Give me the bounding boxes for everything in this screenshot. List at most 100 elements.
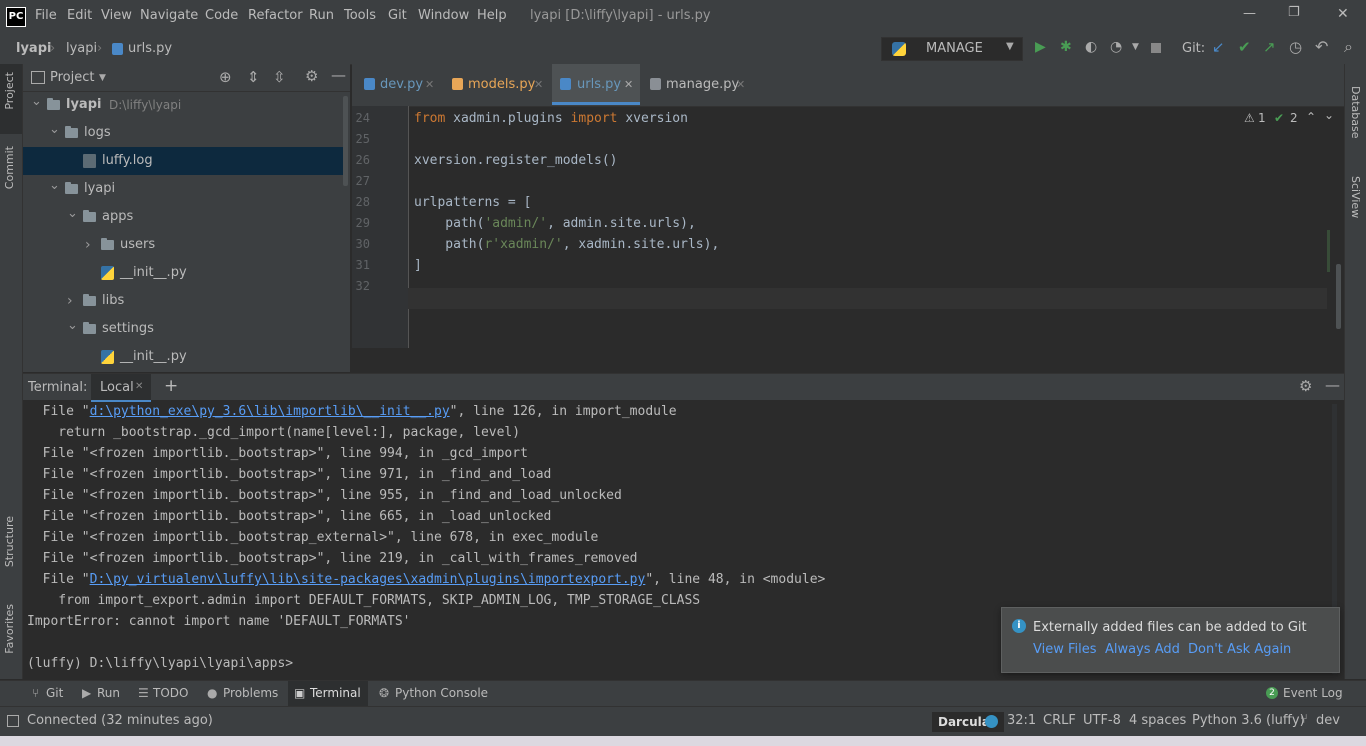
inspection-widget[interactable]: ⚠ 1 ✔ 2 ⌃ ⌄	[1244, 108, 1338, 128]
terminal-file-link[interactable]: D:\py_virtualenv\luffy\lib\site-packages…	[90, 572, 646, 587]
tree-item[interactable]: ⌄ apps	[23, 203, 343, 231]
chevron-down-icon[interactable]: ⌄	[49, 116, 60, 144]
database-tool-tab[interactable]: Database	[1349, 86, 1362, 139]
problems-tool-button[interactable]: Problems	[223, 686, 278, 700]
terminal-tool-button[interactable]: Terminal	[310, 686, 361, 700]
dont-ask-again-link[interactable]: Don't Ask Again	[1188, 642, 1291, 657]
menu-file[interactable]: File	[35, 8, 57, 23]
hide-panel-icon[interactable]: —	[1325, 376, 1340, 394]
tab-models-py[interactable]: models.py ✕	[448, 64, 550, 105]
sciview-tool-tab[interactable]: SciView	[1349, 176, 1362, 218]
favorites-tool-tab[interactable]: Favorites	[3, 604, 16, 654]
chevron-down-icon[interactable]: ⌄	[1324, 108, 1334, 122]
close-icon[interactable]: ✕	[425, 64, 434, 105]
python-interpreter[interactable]: Python 3.6 (luffy)	[1192, 713, 1305, 728]
chevron-down-icon[interactable]: ▼	[99, 73, 106, 83]
rollback-icon[interactable]: ↶	[1315, 37, 1328, 56]
tree-item[interactable]: ⌄ lyapi D:\liffy\lyapi	[23, 91, 343, 119]
run-icon[interactable]: ▶	[1035, 39, 1046, 55]
gear-icon[interactable]: ⚙	[1299, 377, 1312, 395]
commit-tool-tab[interactable]: Commit	[3, 146, 16, 189]
project-tool-tab[interactable]: Project	[3, 72, 16, 110]
close-icon[interactable]: ✕	[534, 64, 543, 105]
tree-item[interactable]: ⌄ logs	[23, 119, 343, 147]
tree-scrollbar[interactable]	[343, 96, 348, 186]
todo-tool-button[interactable]: TODO	[153, 686, 188, 700]
menu-navigate[interactable]: Navigate	[140, 8, 198, 23]
tab-dev-py[interactable]: dev.py ✕	[360, 64, 440, 105]
structure-tool-tab[interactable]: Structure	[3, 516, 16, 567]
indent-setting[interactable]: 4 spaces	[1129, 713, 1186, 728]
chevron-up-icon[interactable]: ⌃	[1306, 110, 1316, 124]
close-icon[interactable]: ✕	[736, 64, 745, 105]
tree-item[interactable]: luffy.log	[23, 147, 343, 175]
close-button[interactable]: ✕	[1337, 6, 1349, 22]
git-commit-icon[interactable]: ✔	[1238, 38, 1251, 56]
theme-widget[interactable]: Darcula	[932, 712, 1004, 732]
git-tool-button[interactable]: Git	[46, 686, 63, 700]
run-config-select[interactable]: MANAGE ▼	[881, 37, 1023, 61]
chevron-down-icon[interactable]: ⌄	[31, 88, 42, 116]
tab-manage-py[interactable]: manage.py ✕	[646, 64, 750, 105]
event-log-button[interactable]: Event Log	[1283, 686, 1343, 700]
tree-item[interactable]: ⌄ settings	[23, 315, 343, 343]
tab-urls-py[interactable]: urls.py ✕	[552, 64, 640, 105]
collapse-all-icon[interactable]: ⇳	[273, 68, 286, 86]
history-icon[interactable]: ◷	[1289, 38, 1302, 56]
coverage-icon[interactable]: ◐	[1085, 39, 1097, 55]
menu-refactor[interactable]: Refactor	[248, 8, 303, 23]
menu-tools[interactable]: Tools	[344, 8, 376, 23]
line-separator[interactable]: CRLF	[1043, 713, 1076, 728]
breadcrumb-file[interactable]: urls.py	[128, 41, 172, 56]
menu-code[interactable]: Code	[205, 8, 238, 23]
new-terminal-button[interactable]: +	[164, 376, 178, 396]
chevron-down-icon[interactable]: ⌄	[49, 172, 60, 200]
connection-status[interactable]: Connected (32 minutes ago)	[27, 713, 213, 728]
minimize-button[interactable]: —	[1243, 6, 1256, 21]
expand-all-icon[interactable]: ⇕	[247, 68, 260, 86]
tree-item[interactable]: __init__.py	[23, 343, 343, 371]
gear-icon[interactable]: ⚙	[305, 67, 318, 85]
status-icon[interactable]	[7, 715, 19, 727]
menu-window[interactable]: Window	[418, 8, 469, 23]
close-icon[interactable]: ✕	[135, 381, 143, 392]
hide-panel-icon[interactable]: —	[331, 66, 346, 84]
breadcrumb-project[interactable]: lyapi	[16, 41, 51, 56]
chevron-right-icon[interactable]: ›	[85, 231, 95, 259]
code-area[interactable]: from xadmin.plugins import xversion xvers…	[352, 106, 1327, 348]
chevron-down-icon[interactable]: ⌄	[67, 312, 78, 340]
breadcrumb-folder[interactable]: lyapi	[66, 41, 97, 56]
close-icon[interactable]: ✕	[624, 64, 633, 105]
chevron-down-icon[interactable]: ▼	[1132, 42, 1139, 52]
menu-view[interactable]: View	[101, 8, 132, 23]
maximize-button[interactable]: ❐	[1288, 5, 1300, 20]
locate-icon[interactable]: ⊕	[219, 68, 232, 86]
git-push-icon[interactable]: ↗	[1263, 38, 1276, 56]
view-files-link[interactable]: View Files	[1033, 642, 1097, 657]
caret-position[interactable]: 32:1	[1007, 713, 1036, 728]
terminal-file-link[interactable]: d:\python_exe\py_3.6\lib\importlib\__ini…	[90, 404, 450, 419]
editor-scrollbar[interactable]	[1336, 264, 1341, 329]
file-encoding[interactable]: UTF-8	[1083, 713, 1121, 728]
tree-item[interactable]: __init__.py	[23, 259, 343, 287]
tree-item[interactable]: › libs	[23, 287, 343, 315]
menu-run[interactable]: Run	[309, 8, 334, 23]
terminal-tab-local[interactable]: Local ✕	[91, 374, 151, 402]
run-tool-button[interactable]: Run	[97, 686, 120, 700]
git-update-icon[interactable]: ↙	[1212, 38, 1225, 56]
menu-help[interactable]: Help	[477, 8, 507, 23]
search-icon[interactable]: ⌕	[1344, 37, 1353, 57]
chevron-down-icon[interactable]: ⌄	[67, 200, 78, 228]
git-branch[interactable]: dev	[1316, 713, 1340, 728]
python-console-tool-button[interactable]: Python Console	[395, 686, 488, 700]
menu-edit[interactable]: Edit	[67, 8, 92, 23]
tree-item[interactable]: ⌄ lyapi	[23, 175, 343, 203]
project-view-title[interactable]: Project	[50, 70, 94, 85]
tree-item[interactable]: › users	[23, 231, 343, 259]
profile-icon[interactable]: ◔	[1110, 39, 1122, 55]
debug-icon[interactable]: ✱	[1060, 39, 1072, 55]
always-add-link[interactable]: Always Add	[1105, 642, 1180, 657]
chevron-right-icon[interactable]: ›	[67, 287, 77, 315]
menu-git[interactable]: Git	[388, 8, 407, 23]
stop-icon[interactable]	[1151, 43, 1161, 53]
